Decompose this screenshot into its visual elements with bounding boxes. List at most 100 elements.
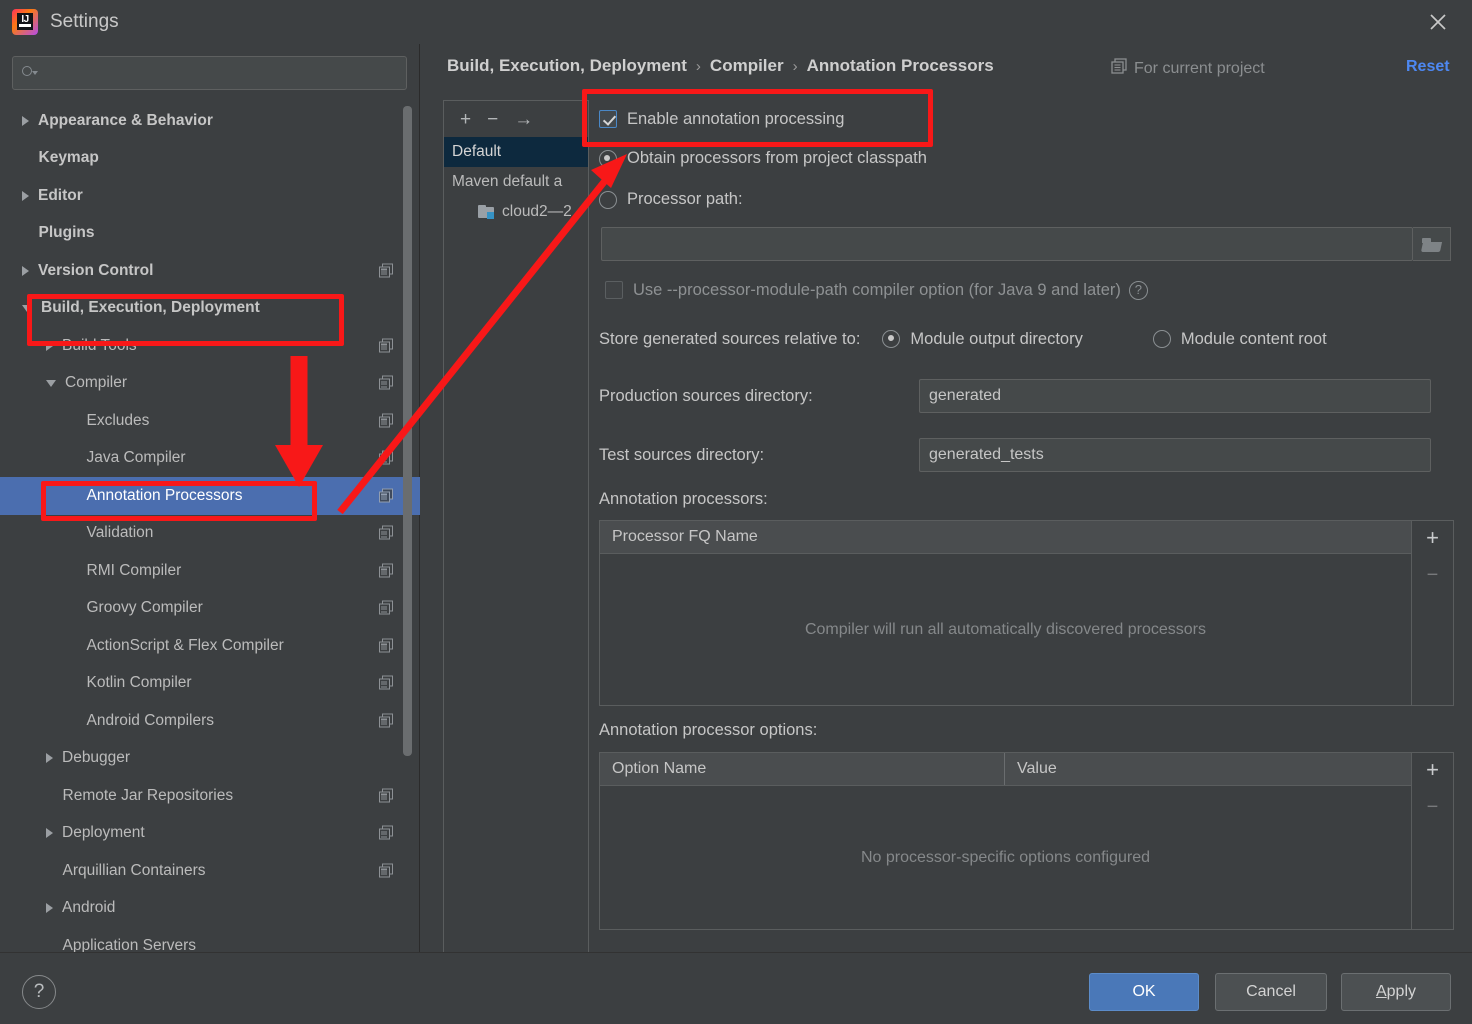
breadcrumb-item[interactable]: Compiler bbox=[710, 56, 784, 76]
search-box[interactable] bbox=[12, 56, 407, 90]
sidebar-item-android[interactable]: Android bbox=[0, 890, 420, 928]
options-table-actions: + − bbox=[1411, 753, 1453, 929]
module-content-root-radio[interactable] bbox=[1152, 330, 1171, 348]
close-icon[interactable] bbox=[1422, 6, 1454, 38]
chevron-right-icon[interactable] bbox=[46, 828, 53, 839]
sidebar-item-arquillian-containers[interactable]: Arquillian Containers bbox=[0, 852, 420, 890]
remove-processor-icon[interactable]: − bbox=[1427, 565, 1439, 585]
chevron-right-icon[interactable] bbox=[46, 340, 53, 351]
sidebar-item-version-control[interactable]: Version Control bbox=[0, 252, 420, 290]
chevron-right-icon[interactable] bbox=[46, 753, 53, 764]
sidebar-item-validation[interactable]: Validation bbox=[0, 515, 420, 553]
enable-annotation-processing-row[interactable]: Enable annotation processing bbox=[599, 100, 1454, 138]
processor-module-path-row[interactable]: Use --processor-module-path compiler opt… bbox=[599, 268, 1454, 312]
chevron-down-icon[interactable] bbox=[46, 379, 56, 387]
help-icon[interactable]: ? bbox=[1128, 280, 1148, 300]
sidebar-item-appearance-behavior[interactable]: Appearance & Behavior bbox=[0, 102, 420, 140]
copy-settings-icon[interactable] bbox=[379, 638, 394, 653]
folder-module-icon bbox=[478, 205, 495, 219]
sidebar-item-java-compiler[interactable]: Java Compiler bbox=[0, 440, 420, 478]
options-table-body[interactable]: No processor-specific options configured bbox=[600, 786, 1411, 930]
copy-settings-icon[interactable] bbox=[379, 675, 394, 691]
sidebar-item-label: Keymap bbox=[38, 149, 99, 167]
module-output-directory-label: Module output directory bbox=[910, 329, 1083, 348]
chevron-right-icon[interactable] bbox=[22, 265, 29, 276]
enable-annotation-processing-checkbox[interactable] bbox=[599, 110, 617, 128]
remove-option-icon[interactable]: − bbox=[1427, 797, 1439, 817]
copy-settings-icon[interactable] bbox=[379, 825, 394, 841]
help-button[interactable]: ? bbox=[22, 975, 56, 1009]
production-sources-row: Production sources directory: generated bbox=[599, 366, 1454, 426]
copy-settings-icon[interactable] bbox=[379, 413, 394, 428]
sidebar-item-android-compilers[interactable]: Android Compilers bbox=[0, 702, 420, 740]
chevron-right-icon[interactable] bbox=[22, 190, 29, 201]
add-profile-icon[interactable]: + bbox=[460, 110, 471, 129]
copy-settings-icon[interactable] bbox=[379, 563, 394, 578]
sidebar-item-editor[interactable]: Editor bbox=[0, 177, 420, 215]
sidebar-item-actionscript-flex-compiler[interactable]: ActionScript & Flex Compiler bbox=[0, 627, 420, 665]
sidebar-item-rmi-compiler[interactable]: RMI Compiler bbox=[0, 552, 420, 590]
sidebar-item-kotlin-compiler[interactable]: Kotlin Compiler bbox=[0, 665, 420, 703]
copy-settings-icon[interactable] bbox=[379, 600, 394, 616]
copy-settings-icon[interactable] bbox=[379, 488, 394, 503]
move-profile-icon[interactable]: → bbox=[514, 110, 533, 129]
sidebar-item-plugins[interactable]: Plugins bbox=[0, 215, 420, 253]
sidebar-item-remote-jar-repositories[interactable]: Remote Jar Repositories bbox=[0, 777, 420, 815]
breadcrumb-separator: › bbox=[695, 57, 701, 75]
copy-settings-icon[interactable] bbox=[379, 375, 394, 391]
options-table-empty-text: No processor-specific options configured bbox=[860, 849, 1151, 866]
copy-settings-icon[interactable] bbox=[379, 525, 394, 541]
sidebar-item-build-tools[interactable]: Build Tools bbox=[0, 327, 420, 365]
processor-module-path-checkbox[interactable] bbox=[605, 281, 623, 299]
sidebar-item-keymap[interactable]: Keymap bbox=[0, 140, 420, 178]
copy-settings-icon[interactable] bbox=[379, 263, 394, 278]
obtain-from-classpath-radio[interactable] bbox=[599, 149, 617, 168]
processor-path-input[interactable] bbox=[601, 227, 1413, 261]
column-processor-fq-name[interactable]: Processor FQ Name bbox=[600, 521, 1411, 553]
ok-button[interactable]: OK bbox=[1089, 973, 1199, 1011]
breadcrumb-item[interactable]: Annotation Processors bbox=[807, 56, 994, 76]
add-processor-icon[interactable]: + bbox=[1426, 527, 1439, 549]
search-input[interactable] bbox=[43, 65, 398, 81]
copy-settings-icon[interactable] bbox=[379, 713, 394, 728]
reset-link[interactable]: Reset bbox=[1406, 58, 1450, 76]
sidebar-scrollbar-thumb[interactable] bbox=[403, 106, 412, 756]
profile-item[interactable]: Maven default a bbox=[444, 167, 588, 197]
processor-path-radio[interactable] bbox=[599, 190, 617, 209]
remove-profile-icon[interactable]: − bbox=[487, 110, 498, 129]
copy-settings-icon[interactable] bbox=[379, 788, 394, 803]
profile-item[interactable]: cloud2—2 bbox=[444, 197, 588, 227]
apply-button[interactable]: Apply bbox=[1341, 973, 1451, 1011]
sidebar-item-compiler[interactable]: Compiler bbox=[0, 365, 420, 403]
test-sources-input[interactable]: generated_tests bbox=[919, 438, 1431, 472]
chevron-right-icon[interactable] bbox=[22, 115, 29, 126]
sidebar-item-deployment[interactable]: Deployment bbox=[0, 815, 420, 853]
cancel-button[interactable]: Cancel bbox=[1215, 973, 1327, 1011]
breadcrumb-item[interactable]: Build, Execution, Deployment bbox=[447, 56, 687, 76]
production-sources-input[interactable]: generated bbox=[919, 379, 1431, 413]
sidebar-item-application-servers[interactable]: Application Servers bbox=[0, 927, 420, 952]
sidebar-item-build-execution-deployment[interactable]: Build, Execution, Deployment bbox=[0, 290, 420, 328]
copy-settings-icon[interactable] bbox=[379, 863, 394, 878]
copy-settings-icon[interactable] bbox=[379, 338, 394, 353]
sidebar-item-label: Compiler bbox=[65, 374, 128, 392]
module-output-directory-radio[interactable] bbox=[882, 330, 901, 348]
column-value[interactable]: Value bbox=[1004, 753, 1411, 785]
column-option-name[interactable]: Option Name bbox=[600, 753, 1004, 785]
copy-settings-icon[interactable] bbox=[379, 450, 394, 466]
obtain-from-classpath-row[interactable]: Obtain processors from project classpath bbox=[599, 138, 1454, 179]
sidebar-item-annotation-processors[interactable]: Annotation Processors bbox=[0, 477, 420, 515]
sidebar-item-groovy-compiler[interactable]: Groovy Compiler bbox=[0, 590, 420, 628]
sidebar-item-excludes[interactable]: Excludes bbox=[0, 402, 420, 440]
processor-path-row[interactable]: Processor path: bbox=[599, 179, 1454, 220]
sidebar-item-debugger[interactable]: Debugger bbox=[0, 740, 420, 778]
add-option-icon[interactable]: + bbox=[1426, 759, 1439, 781]
chevron-right-icon[interactable] bbox=[46, 903, 53, 914]
profile-item[interactable]: Default bbox=[444, 137, 588, 167]
processors-table-body[interactable]: Compiler will run all automatically disc… bbox=[600, 554, 1411, 706]
chevron-down-icon[interactable] bbox=[22, 304, 32, 312]
folder-open-icon[interactable] bbox=[1413, 227, 1451, 261]
